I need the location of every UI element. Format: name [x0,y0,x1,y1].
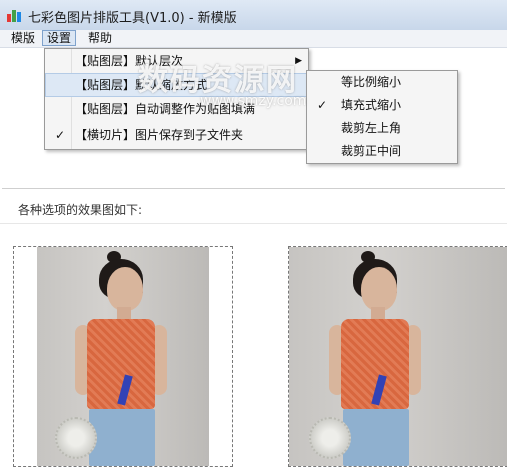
photo-detail [89,409,155,466]
watermark-url: www.smzy.com [200,93,307,109]
window-title: 七彩色图片排版工具(V1.0) - 新模版 [28,11,237,26]
photo-detail [343,409,409,466]
divider [0,223,507,224]
menu-item-label: 【横切片】图片保存到子文件夹 [75,128,244,142]
title-bar: 七彩色图片排版工具(V1.0) - 新模版 [0,0,507,31]
menu-help[interactable]: 帮助 [84,30,116,46]
effects-caption: 各种选项的效果图如下: [18,203,143,217]
submenu-item-label: 裁剪左上角 [341,121,402,135]
menu-template[interactable]: 模版 [7,30,39,46]
preview-fill [288,246,507,467]
photo-detail [309,417,351,459]
menu-settings[interactable]: 设置 [42,30,77,46]
submenu-item-label: 裁剪正中间 [341,144,402,158]
photo-detail [361,267,397,311]
app-logo-icon [7,10,21,22]
sample-photo [37,247,209,466]
preview-proportional [13,246,233,467]
submenu-item-label: 填充式缩小 [341,98,402,112]
submenu-item-label: 等比例缩小 [341,75,402,89]
submenu-item-crop-center[interactable]: 裁剪正中间 [307,140,457,163]
sample-photo [289,247,507,466]
submenu-item-crop-topleft[interactable]: 裁剪左上角 [307,117,457,140]
check-icon: ✓ [317,98,328,112]
photo-detail [107,267,143,311]
check-icon: ✓ [55,128,66,142]
scale-submenu: 等比例缩小 ✓ 填充式缩小 裁剪左上角 裁剪正中间 [306,70,458,164]
submenu-item-fill[interactable]: ✓ 填充式缩小 [307,94,457,117]
submenu-item-proportional[interactable]: 等比例缩小 [307,71,457,94]
photo-detail [55,417,97,459]
menu-item-save-subfolder[interactable]: ✓ 【横切片】图片保存到子文件夹 [45,123,308,147]
menu-bar: 模版 设置 帮助 [0,30,507,48]
